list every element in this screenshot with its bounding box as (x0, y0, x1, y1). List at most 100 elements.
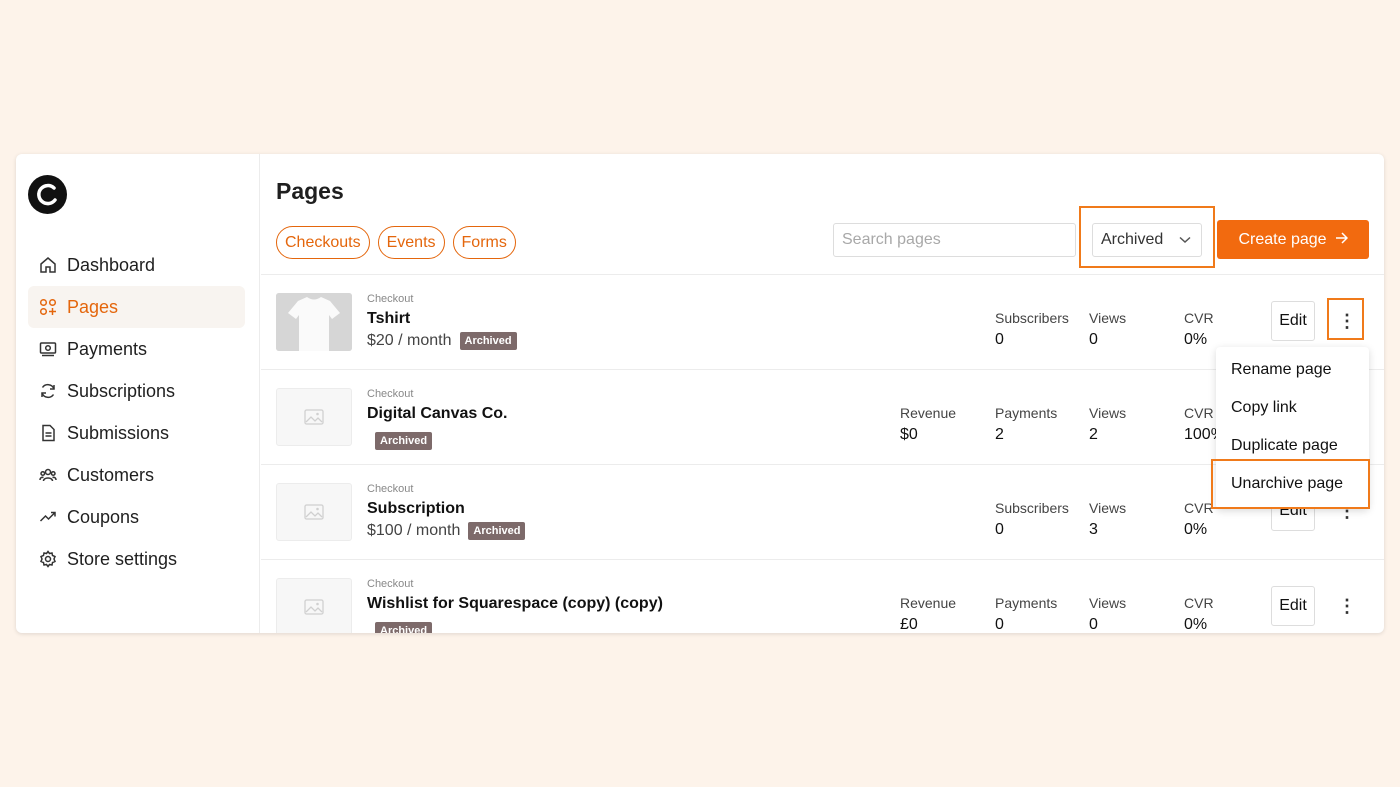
stat: Subscribers 0 (995, 500, 1069, 539)
stat: Views 2 (1089, 405, 1126, 444)
sidebar-item-pages[interactable]: Pages (28, 286, 245, 328)
sidebar-item-subscriptions[interactable]: Subscriptions (28, 370, 245, 412)
page-type: Checkout (367, 388, 414, 400)
stat-label: CVR (1184, 595, 1214, 611)
stat-label: CVR (1184, 310, 1214, 326)
stat: Views 0 (1089, 595, 1126, 633)
stat: CVR 0% (1184, 310, 1214, 349)
brand-logo[interactable] (28, 175, 67, 214)
menu-item-copy-link[interactable]: Copy link (1231, 399, 1297, 417)
sidebar: Dashboard Pages Payments Subscriptions S… (16, 154, 260, 633)
search-input[interactable] (833, 223, 1076, 257)
edit-button[interactable]: Edit (1271, 586, 1315, 626)
home-icon (38, 255, 58, 275)
app-window: Dashboard Pages Payments Subscriptions S… (16, 154, 1384, 633)
menu-item-rename-page[interactable]: Rename page (1231, 361, 1332, 379)
image-placeholder-icon (276, 388, 352, 446)
sidebar-item-coupons[interactable]: Coupons (28, 496, 245, 538)
trending-icon (38, 507, 58, 527)
sidebar-item-customers[interactable]: Customers (28, 454, 245, 496)
edit-button[interactable]: Edit (1271, 301, 1315, 341)
stat-value: 0 (995, 521, 1004, 538)
stat-label: Views (1089, 500, 1127, 516)
status-select[interactable]: Archived (1092, 223, 1202, 257)
stat-label: Revenue (900, 595, 957, 611)
page-title-link[interactable]: Subscription (367, 500, 465, 518)
page-type: Checkout (367, 293, 414, 305)
highlight-box (1211, 459, 1370, 509)
sidebar-item-store-settings[interactable]: Store settings (28, 538, 245, 580)
stat-label: Views (1089, 405, 1127, 421)
menu-item-duplicate-page[interactable]: Duplicate page (1231, 437, 1338, 455)
page-meta: $100 / month Archived (367, 522, 526, 540)
create-page-button[interactable]: Create page (1217, 220, 1369, 259)
stat-label: Payments (995, 405, 1058, 421)
gear-icon (38, 549, 58, 569)
stat-value: 3 (1089, 521, 1098, 538)
stat-label: Revenue (900, 405, 957, 421)
sidebar-item-label: Dashboard (67, 254, 156, 275)
stat-label: Subscribers (995, 500, 1069, 516)
status-badge: Archived (375, 432, 433, 450)
main-content: Pages Checkouts Events Forms Archived Cr… (261, 154, 1384, 633)
highlight-box (1327, 298, 1364, 340)
stat-value: 2 (1089, 426, 1098, 443)
type-filters: Checkouts Events Forms (276, 226, 516, 259)
status-badge: Archived (468, 522, 526, 540)
stat-label: Payments (995, 595, 1058, 611)
image-placeholder-icon (276, 578, 352, 633)
page-type: Checkout (367, 578, 414, 590)
stat-value: 0 (995, 616, 1004, 633)
page-title-link[interactable]: Digital Canvas Co. (367, 405, 507, 423)
stat-value: 0% (1184, 521, 1208, 538)
sidebar-item-label: Coupons (67, 506, 140, 527)
stat-label: Subscribers (995, 310, 1069, 326)
stat-value: 0% (1184, 616, 1208, 633)
page-type: Checkout (367, 483, 414, 495)
stat: Payments 2 (995, 405, 1057, 444)
filter-forms[interactable]: Forms (452, 226, 516, 259)
page-title-link[interactable]: Tshirt (367, 310, 410, 328)
list-item[interactable]: Checkout Wishlist for Squarespace (copy)… (261, 559, 1384, 633)
stat-value: 0 (995, 331, 1004, 348)
stat-value: 0 (1089, 331, 1098, 348)
more-options-icon[interactable]: ⋮ (1328, 586, 1366, 626)
create-page-label: Create page (1238, 230, 1327, 248)
stat-label: CVR (1184, 500, 1214, 516)
sidebar-item-dashboard[interactable]: Dashboard (28, 244, 245, 286)
stat: Subscribers 0 (995, 310, 1069, 349)
stat-label: Views (1089, 310, 1127, 326)
stat: CVR 0% (1184, 595, 1214, 633)
stat: CVR 0% (1184, 500, 1214, 539)
product-thumbnail (276, 293, 352, 351)
stat: Views 3 (1089, 500, 1126, 539)
stat: Revenue $0 (900, 405, 956, 444)
page-price: $20 / month (367, 332, 452, 349)
sidebar-item-submissions[interactable]: Submissions (28, 412, 245, 454)
pages-icon (38, 297, 58, 317)
sidebar-item-label: Store settings (67, 548, 178, 569)
page-meta: $20 / month Archived (367, 332, 517, 350)
stat-value: 0 (1089, 616, 1098, 633)
filter-checkouts[interactable]: Checkouts (276, 226, 370, 259)
sidebar-item-label: Payments (67, 338, 148, 359)
image-placeholder-icon (276, 483, 352, 541)
stat-value: $0 (900, 426, 918, 443)
page-title-link[interactable]: Wishlist for Squarespace (copy) (copy) (367, 595, 663, 613)
page-title: Pages (276, 178, 344, 204)
refresh-icon (38, 381, 58, 401)
sidebar-nav: Dashboard Pages Payments Subscriptions S… (28, 244, 245, 580)
status-badge: Archived (375, 622, 433, 633)
page-price: $100 / month (367, 522, 461, 539)
stat: Views 0 (1089, 310, 1126, 349)
stat-value: 0% (1184, 331, 1208, 348)
arrow-right-icon (1335, 231, 1348, 249)
stat: Payments 0 (995, 595, 1057, 633)
filter-events[interactable]: Events (377, 226, 445, 259)
stat-label: Views (1089, 595, 1127, 611)
status-select-value: Archived (1101, 231, 1164, 248)
stat-value: 2 (995, 426, 1004, 443)
chevron-down-icon (1179, 231, 1191, 249)
sidebar-item-payments[interactable]: Payments (28, 328, 245, 370)
payments-icon (38, 339, 58, 359)
